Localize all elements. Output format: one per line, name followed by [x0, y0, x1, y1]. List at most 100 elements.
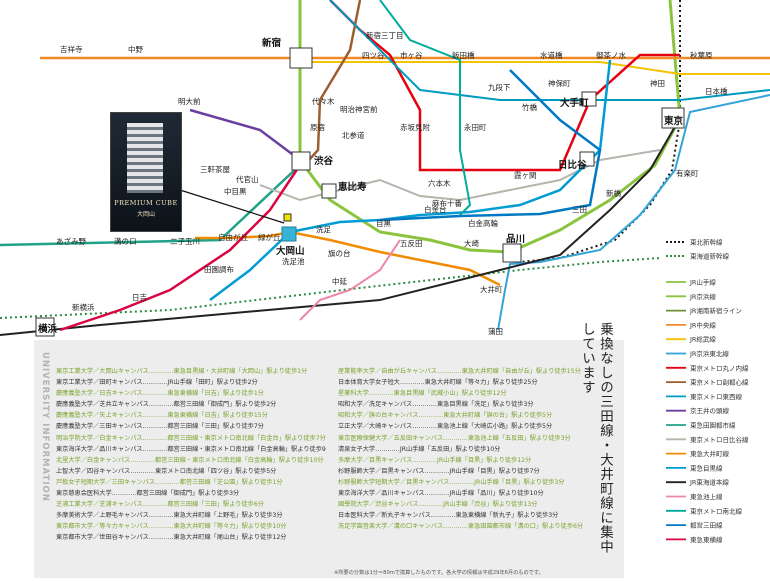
station-shinyokohama: 新横浜 [72, 302, 95, 312]
station-ebisu: 恵比寿 [338, 181, 367, 193]
station-shinjuku: 新宿 [262, 37, 282, 49]
catch-copy: 乗換なしの三田線・大井町線に集中しています [579, 322, 613, 554]
university-entry: 明治学院大学／白金キャンパス…………都営三田線・東京メトロ南北線「白金台」駅より… [56, 434, 326, 442]
station-nagatacho: 永田町 [464, 122, 487, 132]
university-entry: 昭和大学／旗の台キャンパス…………東急大井町線「旗の台」駅より徒歩5分 [338, 412, 553, 420]
legend-label: JR京浜線 [689, 292, 716, 301]
station-kitasando: 北参道 [342, 130, 365, 140]
station-jiyugaoka: 自由が丘 [218, 232, 248, 242]
station-ichigaya: 市ヶ谷 [400, 50, 423, 60]
legend-label: 東急目黒線 [690, 463, 723, 472]
ebisu-hub[interactable] [321, 183, 337, 199]
university-entry: 北里大学／白金キャンパス…………都営三田線・東京メトロ南北線「白金高輪」駅より徒… [56, 456, 324, 464]
station-ochanomizu: 御茶ノ水 [596, 50, 626, 60]
station-shirokanetakanawa: 白金高輪 [468, 218, 498, 228]
shibuya-hub[interactable] [291, 151, 311, 171]
university-title: UNIVERSITY INFORMATION [40, 352, 50, 502]
station-gotanda: 五反田 [400, 238, 423, 248]
station-denenchofu: 田園調布 [204, 264, 234, 274]
inokashira-line [189, 108, 301, 161]
station-senzokuike: 洗足池 [282, 256, 305, 266]
legend-label: 東急田園都市線 [690, 421, 736, 430]
building-image [127, 123, 163, 193]
shinagawa-hub[interactable] [502, 243, 522, 263]
station-shinjuku-sanchome: 新宿三丁目 [366, 30, 404, 40]
university-entry: 上智大学／四谷キャンパス…………東京メトロ南北線「四ツ谷」駅より徒歩5分 [56, 467, 277, 475]
legend-label: 東京メトロ東西線 [690, 392, 743, 401]
ookayama-hub[interactable] [281, 226, 297, 242]
station-hibiya: 日比谷 [558, 159, 587, 171]
station-sangenjaya: 三軒茶屋 [200, 164, 230, 174]
legend-label: 東海道新幹線 [690, 252, 730, 261]
ookayama-star [283, 213, 292, 222]
station-osaki: 大崎 [464, 238, 479, 248]
station-oimachi: 大井町 [480, 284, 503, 294]
university-entry: 國學院大学／渋谷キャンパス…………JR山手線「渋谷」駅より徒歩13分 [338, 501, 538, 509]
university-entry: 東京都市大学／等々力キャンパス…………東急大井町線「等々力」駅より徒歩10分 [56, 523, 287, 531]
legend-label: 東急東横線 [690, 535, 723, 544]
station-harajuku: 原宿 [310, 122, 325, 132]
station-kichijoji: 吉祥寺 [60, 44, 83, 54]
station-ookayama: 大岡山 [276, 245, 305, 257]
university-entry: 戸板女子短期大学／三田キャンパス…………都営三田線「芝公園」駅より徒歩1分 [56, 478, 283, 486]
station-azamino: あざみ野 [56, 236, 86, 246]
station-shirokanedai: 白金台 [424, 204, 447, 214]
university-entry: 東京都市大学／世田谷キャンパス…………東急大井町線「尾山台」駅より徒歩12分 [56, 534, 287, 542]
university-entry: 慶應義塾大学／矢上キャンパス…………東急東横線「日吉」駅より徒歩15分 [56, 412, 268, 420]
station-takebashi: 竹橋 [522, 102, 537, 112]
legend-label: 東京メトロ日比谷線 [690, 435, 749, 444]
property-name-jp: 大岡山 [136, 211, 155, 218]
shinjuku-hub[interactable] [289, 47, 313, 69]
station-roppongi: 六本木 [428, 178, 451, 188]
legend-label: 京王井の頭線 [690, 406, 730, 415]
legend-label: 都営三田線 [690, 521, 723, 530]
tohoku-shinkansen-line [519, 0, 681, 263]
tokaido-line [0, 117, 681, 336]
station-senzoku: 洗足 [316, 224, 331, 234]
station-suidobashi: 水道橋 [540, 50, 563, 60]
university-entry: 立正大学／大崎キャンパス…………東急池上線「大崎広小路」駅より徒歩5分 [338, 423, 553, 431]
fukutoshin-line [299, 0, 362, 171]
station-yotsuya: 四ツ谷 [362, 51, 385, 60]
university-entry: 東京工業大学／大岡山キャンパス…………東急目黒線・大井町線「大岡山」駅より徒歩1… [56, 368, 308, 375]
station-nakameguro: 中目黒 [224, 186, 247, 196]
university-entry: 杉野服飾大学／目黒キャンパス…………JR山手線「目黒」駅より徒歩7分 [338, 467, 540, 475]
university-list-right: 産業能率大学／自由が丘キャンパス…………東急大井町線「自由が丘」駅より徒歩15分… [338, 366, 608, 532]
station-kudanshita: 九段下 [488, 82, 511, 92]
legend-svg: 東北新幹線東海道新幹線 JR山手線 JR京浜線 JR湘南新宿ライン JR中央線 JR総武線… [666, 238, 749, 544]
sobu-line [300, 61, 770, 75]
university-entry: 東京工業大学／田町キャンパス…………JR山手線「田町」駅より徒歩2分 [56, 379, 258, 387]
meguro-line [209, 59, 612, 301]
station-kanda: 神田 [650, 78, 665, 88]
legend-label: JR湘南新宿ライン [689, 306, 742, 315]
station-meguro: 目黒 [376, 219, 391, 228]
legend-label: 東北新幹線 [690, 238, 723, 247]
station-shinagawa: 品川 [506, 234, 525, 245]
legend-label: JR東海道本線 [689, 478, 729, 487]
legend-label: 東京メトロ南北線 [690, 506, 743, 515]
station-shimbashi: 新橋 [606, 188, 621, 198]
station-akasakamitsuke: 赤坂見附 [400, 122, 430, 132]
station-mita: 三田 [572, 205, 587, 214]
university-entry: 産業能率大学／自由が丘キャンパス…………東急大井町線「自由が丘」駅より徒歩15分 [338, 368, 581, 375]
university-entry: 杉野服飾大学短期大学／目黒キャンパス…………JR山手線「目黒」駅より徒歩3分 [338, 478, 565, 486]
university-note: ※所要の分数は1分＝80mで換算したものです。各大学の情報は平成29年6月のもの… [334, 570, 544, 576]
station-futakotamagawa: 二子玉川 [170, 237, 200, 246]
university-entry: 日本医科大学／新丸子キャンパス…………東急東横線「新丸子」駅より徒歩3分 [338, 512, 559, 520]
station-shibuya: 渋谷 [314, 155, 334, 167]
station-midorigaoka: 緑が丘 [258, 232, 281, 242]
station-hiyoshi: 日吉 [132, 293, 147, 302]
station-akihabara: 秋葉原 [690, 50, 713, 60]
university-entry: 多摩大学／目黒キャンパス…………JR山手線「目黒」駅より徒歩12分 [338, 456, 532, 464]
legend-label: 東京メトロ丸ノ内線 [690, 363, 749, 372]
tokaido-shinkansen-line [0, 257, 661, 319]
station-yokohama: 横浜 [38, 323, 58, 335]
university-entry: 昭和大学／洗足キャンパス…………東急目黒線「洗足」駅より徒歩3分 [338, 401, 534, 409]
legend-label: JR山手線 [689, 278, 716, 287]
station-yurakucho: 有楽町 [676, 168, 699, 178]
legend-label: 東京メトロ副都心線 [690, 378, 749, 387]
property-photo: PREMIUM CUBE 大岡山 [110, 112, 182, 232]
university-entry: 芝浦工業大学／芝浦キャンパス…………都営三田線「三田」駅より徒歩6分 [56, 501, 264, 509]
station-otemachi: 大手町 [560, 97, 589, 109]
station-kasumigaseki: 霞ヶ関 [514, 171, 537, 180]
